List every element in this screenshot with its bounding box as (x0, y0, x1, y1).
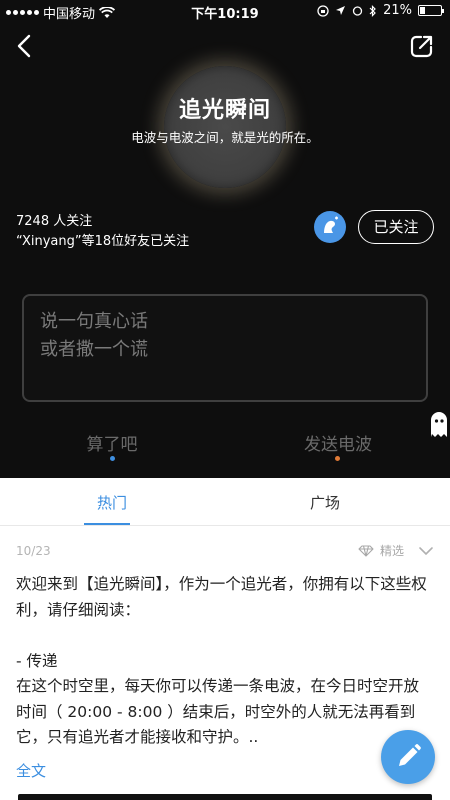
placeholder-line-2: 或者撒一个谎 (40, 339, 148, 360)
friends-following[interactable]: “Xinyang”等18位好友已关注 (16, 230, 189, 249)
battery-percent: 21% (383, 3, 412, 18)
chevron-down-icon[interactable] (418, 546, 434, 556)
avatar-icon (324, 216, 338, 233)
follow-button[interactable]: 已关注 (358, 210, 434, 244)
cancel-button[interactable]: 算了吧 (62, 430, 162, 455)
feed-tabs: 热门 广场 (0, 478, 450, 526)
post-body: 欢迎来到【追光瞬间】，作为一个追光者，你拥有以下这些权利，请仔细阅读： - 传递… (16, 572, 434, 751)
send-button[interactable]: 发送电波 (288, 430, 388, 455)
diamond-icon (358, 544, 374, 557)
post-paragraph: 欢迎来到【追光瞬间】，作为一个追光者，你拥有以下这些权利，请仔细阅读： (16, 575, 427, 619)
page-subtitle: 电波与电波之间，就是光的所在。 (131, 130, 319, 145)
cancel-indicator-dot (110, 456, 115, 461)
status-right: 21% (317, 3, 444, 18)
compose-button[interactable] (381, 730, 435, 784)
featured-tag: 精选 (379, 544, 404, 558)
battery-icon (418, 5, 444, 16)
alarm-icon (352, 6, 363, 16)
next-post-edge (18, 794, 432, 800)
pencil-icon (399, 744, 421, 766)
post-paragraph-spacer (16, 623, 434, 649)
followers-count: 7248 人关注 (16, 214, 93, 229)
tab-square[interactable]: 广场 (310, 492, 340, 513)
post-date: 10/23 (16, 544, 51, 558)
back-icon[interactable] (12, 32, 40, 60)
topic-header: 中国移动 下午10:19 21% 追光瞬间 电波与电波之间，就是光的所在。 72… (0, 0, 450, 478)
page-title: 追光瞬间 (178, 98, 271, 123)
share-icon[interactable] (408, 32, 436, 60)
message-input[interactable]: 说一句真心话 或者撒一个谎 (22, 294, 428, 402)
read-more-link[interactable]: 全文 (16, 760, 46, 781)
input-placeholder: 说一句真心话 或者撒一个谎 (40, 308, 148, 364)
ghost-icon[interactable] (427, 406, 450, 440)
active-tab-indicator (84, 523, 130, 525)
location-icon (336, 6, 346, 15)
send-indicator-dot (335, 456, 340, 461)
bluetooth-icon (369, 4, 376, 17)
post-paragraph: 在这个时空里，每天你可以传递一条电波，在今日时空开放时间（ 20:00 - 8:… (16, 677, 420, 746)
tab-hot[interactable]: 热门 (97, 492, 127, 513)
placeholder-line-1: 说一句真心话 (40, 311, 148, 332)
post-meta: 精选 (358, 542, 434, 559)
status-bar: 中国移动 下午10:19 21% (0, 0, 450, 22)
post-paragraph: - 传递 (16, 651, 58, 670)
avatar[interactable] (314, 211, 346, 243)
rotation-lock-icon (317, 4, 329, 17)
